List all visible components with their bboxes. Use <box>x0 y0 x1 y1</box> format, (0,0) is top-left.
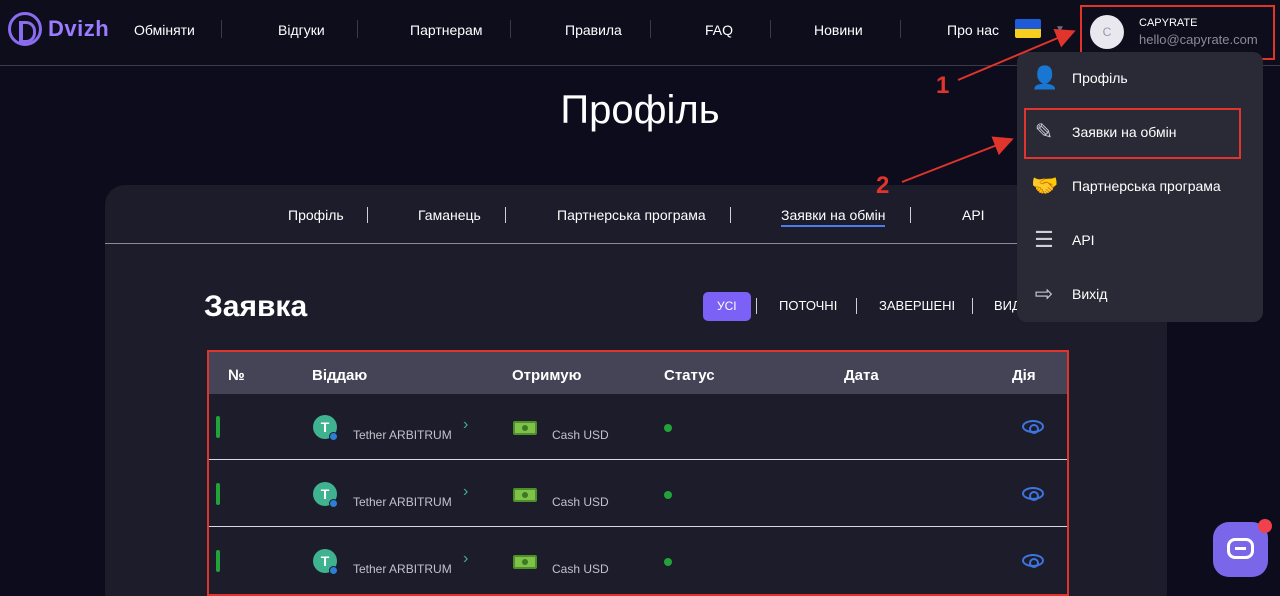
document-icon: ☰ <box>1034 227 1054 252</box>
nav-rules[interactable]: Правила <box>565 22 622 38</box>
status-indicator <box>216 416 220 438</box>
tab-profile[interactable]: Профіль <box>288 207 344 223</box>
status-dot-icon <box>664 491 672 499</box>
table-row[interactable]: T Tether ARBITRUM › Cash USD <box>209 461 1067 527</box>
give-currency: Tether ARBITRUM <box>353 495 452 509</box>
tabs-divider-line <box>105 243 1167 244</box>
nav-reviews[interactable]: Відгуки <box>278 22 325 38</box>
chevron-right-icon: › <box>463 416 469 433</box>
tab-divider <box>910 207 911 223</box>
eye-icon[interactable] <box>1022 487 1044 501</box>
eye-icon[interactable] <box>1022 420 1044 434</box>
menu-item-label: Вихід <box>1072 286 1108 302</box>
requests-table: № Віддаю Отримую Статус Дата Дія T Tethe… <box>207 350 1069 596</box>
nav-divider <box>650 20 651 38</box>
nav-about[interactable]: Про нас <box>947 22 999 38</box>
chevron-right-icon: › <box>463 483 469 500</box>
column-number: № <box>228 367 245 384</box>
logo[interactable]: Dvizh <box>8 12 109 46</box>
filter-completed[interactable]: ЗАВЕРШЕНІ <box>879 298 955 313</box>
tab-divider <box>367 207 368 223</box>
annotation-number: 1 <box>936 72 950 99</box>
eye-icon[interactable] <box>1022 554 1044 568</box>
user-dropdown-menu: 👤 Профіль ✎ Заявки на обмін 🤝 Партнерськ… <box>1017 52 1263 322</box>
tab-partner-program[interactable]: Партнерська програма <box>557 207 706 223</box>
filter-divider <box>972 298 973 314</box>
column-get: Отримую <box>512 367 582 384</box>
nav-exchange[interactable]: Обміняти <box>134 22 195 38</box>
nav-divider <box>900 20 901 38</box>
ukraine-flag-icon[interactable] <box>1015 19 1041 38</box>
column-date: Дата <box>844 367 879 384</box>
nav-news[interactable]: Новини <box>814 22 863 38</box>
status-dot-icon <box>664 424 672 432</box>
handshake-icon: 🤝 <box>1031 173 1059 198</box>
arbitrum-badge-icon <box>329 566 338 575</box>
filter-all[interactable]: УСІ <box>703 292 751 321</box>
give-currency: Tether ARBITRUM <box>353 562 452 576</box>
menu-item-partner-program[interactable]: 🤝 Партнерська програма <box>1017 160 1263 214</box>
status-indicator <box>216 550 220 572</box>
column-give: Віддаю <box>312 367 368 384</box>
nav-divider <box>221 20 222 38</box>
logout-icon: ⇨ <box>1034 281 1054 306</box>
filter-current[interactable]: ПОТОЧНІ <box>779 298 837 313</box>
nav-divider <box>770 20 771 38</box>
tab-wallet[interactable]: Гаманець <box>418 207 481 223</box>
give-currency: Tether ARBITRUM <box>353 428 452 442</box>
tab-api[interactable]: API <box>962 207 985 223</box>
annotation-number: 2 <box>876 172 890 199</box>
chat-icon <box>1227 538 1254 559</box>
cash-icon <box>513 421 537 435</box>
section-title: Заявка <box>204 290 308 323</box>
user-icon: 👤 <box>1031 65 1059 90</box>
status-indicator <box>216 483 220 505</box>
chevron-down-icon[interactable]: ▼ <box>1055 24 1065 35</box>
get-currency: Cash USD <box>552 562 609 576</box>
menu-item-logout[interactable]: ⇨ Вихід <box>1017 268 1263 322</box>
menu-item-label: API <box>1072 232 1095 248</box>
cash-icon <box>513 488 537 502</box>
avatar: C <box>1090 15 1124 49</box>
status-dot-icon <box>664 558 672 566</box>
nav-divider <box>510 20 511 38</box>
menu-item-api[interactable]: ☰ API <box>1017 214 1263 268</box>
notification-dot <box>1258 519 1272 533</box>
nav-faq[interactable]: FAQ <box>705 22 733 38</box>
logo-text: Dvizh <box>48 16 110 41</box>
get-currency: Cash USD <box>552 495 609 509</box>
filter-divider <box>856 298 857 314</box>
user-name: CAPYRATE <box>1139 17 1198 29</box>
user-email: hello@capyrate.com <box>1139 32 1258 47</box>
menu-item-profile[interactable]: 👤 Профіль <box>1017 52 1263 106</box>
table-row[interactable]: T Tether ARBITRUM › Cash USD <box>209 528 1067 594</box>
cash-icon <box>513 555 537 569</box>
nav-divider <box>357 20 358 38</box>
table-row[interactable]: T Tether ARBITRUM › Cash USD <box>209 394 1067 460</box>
tab-divider <box>730 207 731 223</box>
arbitrum-badge-icon <box>329 432 338 441</box>
tab-divider <box>505 207 506 223</box>
menu-item-label: Партнерська програма <box>1072 178 1221 194</box>
column-action: Дія <box>1012 367 1036 384</box>
column-status: Статус <box>664 367 715 384</box>
nav-partners[interactable]: Партнерам <box>410 22 482 38</box>
annotation-highlight-box <box>1024 108 1241 159</box>
tab-exchange-requests[interactable]: Заявки на обмін <box>781 207 886 227</box>
get-currency: Cash USD <box>552 428 609 442</box>
chevron-right-icon: › <box>463 550 469 567</box>
logo-icon <box>8 12 42 46</box>
arbitrum-badge-icon <box>329 499 338 508</box>
table-header: № Віддаю Отримую Статус Дата Дія <box>209 352 1067 394</box>
filter-divider <box>756 298 757 314</box>
menu-item-label: Профіль <box>1072 70 1128 86</box>
chat-button[interactable] <box>1213 519 1272 577</box>
